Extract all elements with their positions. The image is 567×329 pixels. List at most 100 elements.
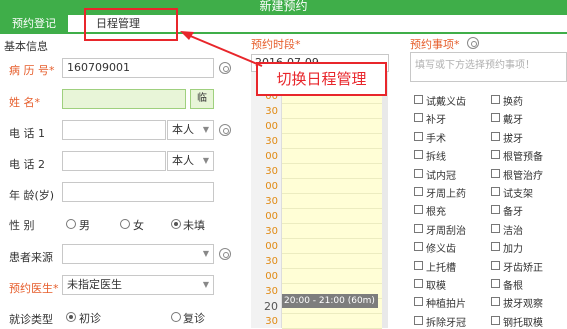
phone2-relation-select[interactable]: 本人 ▼	[167, 151, 214, 171]
grid-row-line	[282, 283, 382, 284]
time-slot-label: 20	[264, 300, 278, 313]
item-checkbox[interactable]	[414, 223, 423, 233]
grid-row-line	[282, 163, 382, 164]
visit-first-radio[interactable]	[66, 312, 76, 322]
doctor-label: 预约医生*	[9, 282, 59, 295]
visit-return-radio[interactable]	[171, 312, 181, 322]
schedule-scrollbar[interactable]	[382, 72, 388, 328]
case-no-settings-icon[interactable]	[219, 62, 231, 74]
time-slot-label: 30	[265, 106, 278, 117]
item-checkbox[interactable]	[491, 205, 500, 215]
case-no-label: 病 历 号*	[9, 64, 55, 77]
item-checkbox-label: 上托槽	[426, 262, 456, 274]
age-label: 年 龄(岁)	[9, 189, 55, 202]
item-checkbox[interactable]	[491, 242, 500, 252]
item-checkbox[interactable]	[491, 223, 500, 233]
item-checkbox[interactable]	[491, 187, 500, 196]
highlight-box-tab	[84, 8, 178, 41]
visit-first-label: 初诊	[79, 312, 101, 325]
gender-male-radio[interactable]	[66, 219, 76, 229]
item-checkbox[interactable]	[491, 260, 500, 270]
item-checkbox[interactable]	[491, 315, 500, 325]
item-checkbox[interactable]	[491, 150, 500, 160]
gender-unset-label: 未填	[183, 219, 205, 232]
temp-name-button[interactable]: 临	[190, 89, 214, 109]
callout-annotation: 切换日程管理	[256, 62, 387, 96]
gender-unset-radio[interactable]	[171, 219, 181, 229]
phone1-label: 电 话 1	[9, 127, 45, 140]
source-select[interactable]: ▼	[62, 244, 214, 264]
item-checkbox-label: 试戴义齿	[426, 97, 466, 108]
doctor-value: 未指定医生	[67, 278, 122, 291]
item-checkbox[interactable]	[491, 131, 500, 141]
grid-row-line	[282, 178, 382, 179]
grid-row-line	[282, 238, 382, 239]
grid-row-line	[282, 133, 382, 134]
item-checkbox[interactable]	[414, 187, 423, 196]
source-label: 患者来源	[9, 251, 53, 264]
phone2-input[interactable]	[62, 151, 166, 171]
items-settings-icon[interactable]	[467, 37, 479, 49]
item-checkbox-label: 取模	[426, 281, 446, 292]
phone-settings-icon[interactable]	[219, 124, 231, 136]
item-checkbox[interactable]	[414, 205, 423, 215]
item-checkbox-label: 拆线	[426, 152, 446, 164]
item-checkbox[interactable]	[491, 168, 500, 178]
grid-row-line	[282, 148, 382, 149]
gender-female-radio[interactable]	[120, 219, 130, 229]
item-checkbox-label: 备牙	[503, 207, 523, 219]
item-checkbox[interactable]	[414, 150, 423, 160]
item-checkbox-label: 戴牙	[503, 115, 523, 127]
item-checkbox-label: 加力	[503, 244, 523, 256]
phone1-relation-select[interactable]: 本人 ▼	[167, 120, 214, 140]
age-input[interactable]	[62, 182, 214, 202]
gender-label: 性 别	[9, 219, 35, 232]
chevron-down-icon: ▼	[202, 280, 209, 289]
item-checkbox-label: 钢托取模	[503, 317, 543, 329]
time-slot-label: 30	[265, 136, 278, 147]
item-checkbox-label: 根管治疗	[503, 170, 543, 182]
item-checkbox-label: 牙周上药	[426, 189, 466, 200]
item-checkbox[interactable]	[491, 297, 500, 307]
grid-row-line	[282, 193, 382, 194]
grid-row-line	[282, 223, 382, 224]
time-slot-label: 00	[265, 181, 278, 192]
item-checkbox-label: 拔牙	[503, 133, 523, 145]
item-checkbox[interactable]	[414, 242, 423, 252]
item-checkbox[interactable]	[491, 113, 500, 123]
visit-return-label: 复诊	[183, 312, 205, 325]
item-checkbox[interactable]	[414, 315, 423, 325]
doctor-select[interactable]: 未指定医生 ▼	[62, 275, 214, 295]
source-settings-icon[interactable]	[219, 248, 231, 260]
item-checkbox[interactable]	[414, 113, 423, 123]
item-checkbox-label: 试内冠	[426, 170, 456, 182]
chevron-down-icon: ▼	[202, 249, 209, 258]
gender-female-label: 女	[133, 219, 144, 232]
grid-row-line	[282, 118, 382, 119]
item-checkbox[interactable]	[414, 95, 423, 104]
item-checkbox[interactable]	[491, 279, 500, 288]
item-checkbox[interactable]	[491, 95, 500, 104]
grid-row-line	[282, 208, 382, 209]
item-checkbox[interactable]	[414, 260, 423, 270]
items-textarea[interactable]: 填写或下方选择预约事项！	[410, 52, 567, 82]
time-slot-label: 00	[265, 241, 278, 252]
item-checkbox-label: 补牙	[426, 115, 446, 127]
phone1-input[interactable]	[62, 120, 166, 140]
case-no-input[interactable]: 160709001	[62, 58, 214, 78]
time-slot-label: 00	[265, 121, 278, 132]
schedule-grid[interactable]	[282, 72, 382, 328]
item-checkbox[interactable]	[414, 279, 423, 288]
item-checkbox-label: 种植拍片	[426, 299, 466, 311]
tab-appointment-register[interactable]: 预约登记	[0, 15, 68, 32]
item-checkbox[interactable]	[414, 297, 423, 307]
item-checkbox[interactable]	[414, 168, 423, 178]
item-checkbox[interactable]	[414, 131, 423, 141]
item-checkbox-label: 根充	[426, 207, 446, 219]
time-slot-label: 30	[265, 256, 278, 267]
name-label: 姓 名*	[9, 96, 40, 109]
item-checkbox-label: 换药	[503, 97, 523, 108]
booked-slot[interactable]: 20:00 - 21:00 (60m)	[282, 294, 378, 308]
name-input[interactable]	[62, 89, 186, 109]
item-checkbox-label: 拔牙观察	[503, 299, 543, 311]
